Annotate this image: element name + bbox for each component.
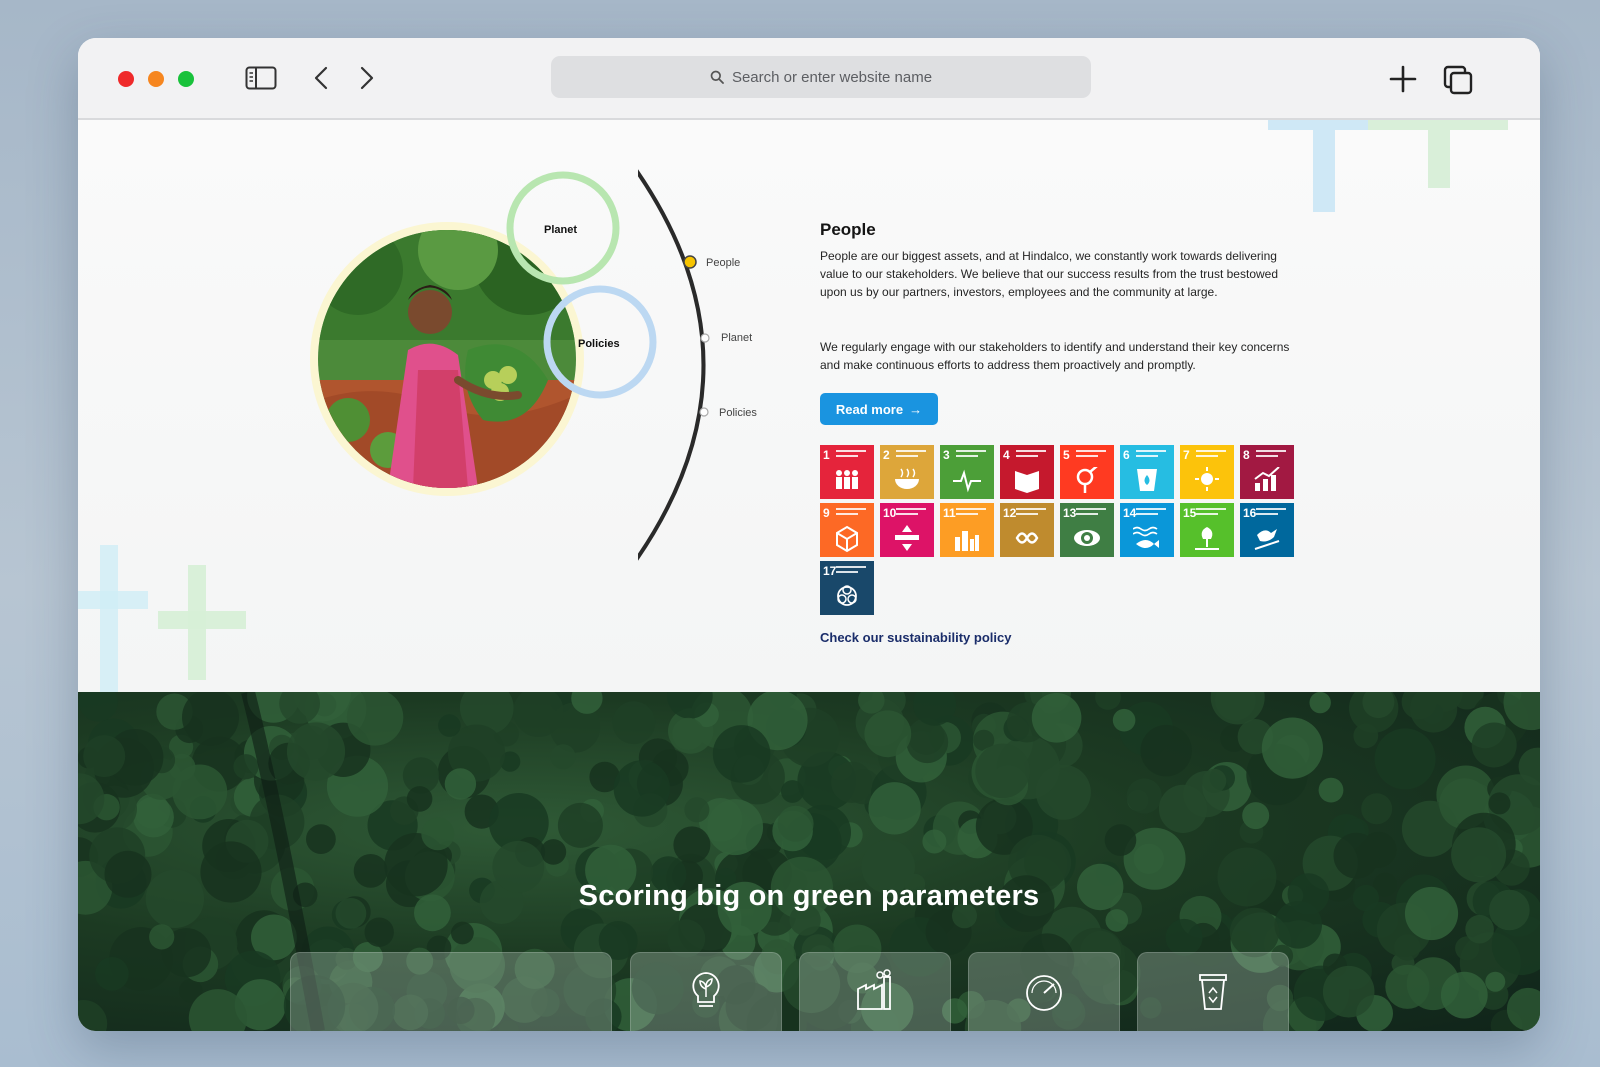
address-bar[interactable]: Search or enter website name xyxy=(551,56,1091,98)
engagement-paragraph: We regularly engage with our stakeholder… xyxy=(820,340,1290,372)
new-tab-icon[interactable] xyxy=(1388,64,1418,94)
sdg-goal-number: 13 xyxy=(1063,506,1077,520)
intro-paragraph: People are our biggest assets, and at Hi… xyxy=(820,249,1279,299)
forward-icon[interactable] xyxy=(357,64,377,92)
sdg-goal-14-icon: 14 xyxy=(1120,503,1174,557)
sdg-goal-number: 15 xyxy=(1183,506,1197,520)
parameter-card-large[interactable] xyxy=(290,952,612,1031)
sdg-goal-number: 8 xyxy=(1243,448,1250,462)
zoom-window-button[interactable] xyxy=(178,71,194,87)
sdg-goal-11-icon: 11 xyxy=(940,503,994,557)
sdg-goal-3-icon: 3 xyxy=(940,445,994,499)
tabs-overview-icon[interactable] xyxy=(1442,64,1474,96)
gauge-icon xyxy=(1026,975,1062,1011)
read-more-button[interactable]: Read more → xyxy=(820,393,938,425)
sdg-goal-number: 17 xyxy=(823,564,837,578)
parameter-card-emissions[interactable] xyxy=(799,952,951,1031)
timeline-dot-planet xyxy=(700,333,710,343)
sdg-goal-10-icon: 10 xyxy=(880,503,934,557)
sdg-goal-9-icon: 9 xyxy=(820,503,874,557)
read-more-label: Read more xyxy=(835,401,904,417)
close-window-button[interactable] xyxy=(118,71,134,87)
green-section-title: Scoring big on green parameters xyxy=(578,880,1040,912)
timeline-item-people[interactable]: People xyxy=(706,257,740,269)
sdg-goal-8-icon: 8 xyxy=(1240,445,1294,499)
browser-toolbar: Search or enter website name xyxy=(78,38,1540,120)
green-parameters-section: Scoring big on green parameters xyxy=(78,692,1540,1031)
sdg-goal-7-icon: 7 xyxy=(1180,445,1234,499)
minimize-window-button[interactable] xyxy=(148,71,164,87)
sdg-goal-number: 11 xyxy=(943,506,956,520)
ring-label-policies[interactable]: Policies xyxy=(578,338,620,350)
search-icon xyxy=(710,70,724,84)
sustainability-policy-link[interactable]: Check our sustainability policy xyxy=(820,630,1011,645)
sdg-goal-number: 7 xyxy=(1183,448,1190,462)
decorative-cross-shapes-bottom xyxy=(78,545,246,695)
timeline-dot-people xyxy=(683,255,697,269)
ring-label-planet[interactable]: Planet xyxy=(544,224,577,236)
parameter-card-waste[interactable] xyxy=(1137,952,1289,1031)
sdg-goal-number: 3 xyxy=(943,448,950,462)
browser-window: Search or enter website name Planet Poli… xyxy=(78,38,1540,1031)
sdg-goal-4-icon: 4 xyxy=(1000,445,1054,499)
sidebar-icon[interactable] xyxy=(244,63,278,93)
sdg-goal-number: 14 xyxy=(1123,506,1137,520)
timeline-arc xyxy=(638,169,710,561)
section-heading: People xyxy=(820,220,876,239)
sdg-goal-15-icon: 15 xyxy=(1180,503,1234,557)
recycle-bin-icon xyxy=(1199,974,1227,1010)
bulb-leaf-icon xyxy=(692,972,720,1007)
parameter-card-efficiency[interactable] xyxy=(968,952,1120,1031)
address-placeholder: Search or enter website name xyxy=(731,68,933,86)
sdg-goal-number: 5 xyxy=(1063,448,1070,462)
timeline-dot-policies xyxy=(699,407,709,417)
sdg-goal-number: 1 xyxy=(823,448,830,462)
web-page: Planet Policies People Planet Policies P… xyxy=(78,120,1540,1031)
sdg-goal-2-icon: 2 xyxy=(880,445,934,499)
sdg-goal-5-icon: 5 xyxy=(1060,445,1114,499)
timeline-item-policies[interactable]: Policies xyxy=(719,407,757,419)
decorative-cross-shapes-top xyxy=(1268,120,1508,212)
sdg-goal-17-icon: 17 xyxy=(820,561,874,615)
sdg-goal-number: 2 xyxy=(883,448,890,462)
back-icon[interactable] xyxy=(311,64,331,92)
factory-icon xyxy=(857,969,891,1010)
sdg-goal-1-icon: 1 xyxy=(820,445,874,499)
sdg-goal-number: 16 xyxy=(1243,506,1257,520)
sdg-goal-6-icon: 6 xyxy=(1120,445,1174,499)
sdg-goal-number: 4 xyxy=(1003,448,1010,462)
parameter-card-energy[interactable] xyxy=(630,952,782,1031)
sdg-goal-number: 6 xyxy=(1123,448,1130,462)
sdg-goal-number: 9 xyxy=(823,506,830,520)
timeline-item-planet[interactable]: Planet xyxy=(721,332,752,344)
sdg-goal-number: 10 xyxy=(883,506,897,520)
sdg-goal-number: 12 xyxy=(1003,506,1017,520)
sdg-goal-12-icon: 12 xyxy=(1000,503,1054,557)
sdg-goal-16-icon: 16 xyxy=(1240,503,1294,557)
arrow-right-icon: → xyxy=(909,401,923,417)
sdg-goal-13-icon: 13 xyxy=(1060,503,1114,557)
